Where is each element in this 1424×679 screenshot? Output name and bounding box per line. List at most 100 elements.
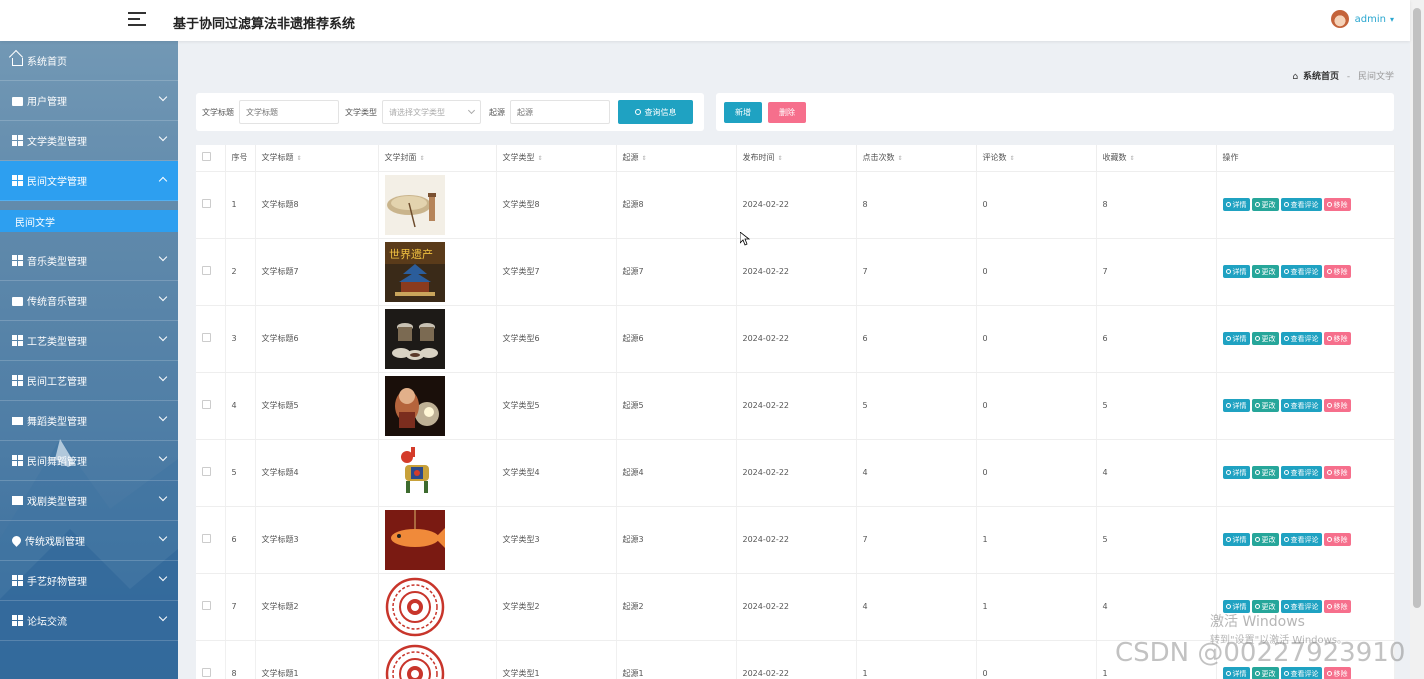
detail-button[interactable]: 详情 <box>1222 265 1250 278</box>
sidebar-item[interactable]: 音乐类型管理 <box>0 241 178 281</box>
sidebar-item[interactable]: 传统音乐管理 <box>0 281 178 321</box>
scrollbar-thumb[interactable] <box>1413 8 1421 608</box>
delete-button[interactable]: 删除 <box>768 101 806 123</box>
chevron-icon <box>158 292 168 302</box>
user-name[interactable]: admin <box>1355 14 1386 25</box>
view-comments-label: 查看评论 <box>1290 602 1319 611</box>
row-checkbox[interactable] <box>196 238 226 306</box>
search-button[interactable]: 查询信息 <box>618 100 693 124</box>
sidebar-item[interactable]: 民间工艺管理 <box>0 361 178 401</box>
detail-button[interactable]: 详情 <box>1222 533 1250 546</box>
sort-icon[interactable]: ⇕ <box>538 155 543 162</box>
cell-cover[interactable] <box>378 640 497 679</box>
cell-cover[interactable] <box>378 506 497 574</box>
view-comments-button[interactable]: 查看评论 <box>1280 533 1322 546</box>
view-comments-button[interactable]: 查看评论 <box>1280 265 1322 278</box>
cell-comments: 0 <box>976 238 1097 306</box>
sidebar-item[interactable]: 戏剧类型管理 <box>0 481 178 521</box>
edit-button[interactable]: 更改 <box>1251 265 1279 278</box>
sidebar-item[interactable]: 民间文学管理 <box>0 161 178 201</box>
row-checkbox[interactable] <box>196 305 226 373</box>
cell-cover[interactable] <box>378 573 497 641</box>
sort-icon[interactable]: ⇕ <box>1130 155 1135 162</box>
col-clicks[interactable]: 点击次数 ⇕ <box>856 145 977 172</box>
sort-icon[interactable]: ⇕ <box>898 155 903 162</box>
remove-button[interactable]: 移除 <box>1323 332 1351 345</box>
detail-button[interactable]: 详情 <box>1222 667 1250 679</box>
type-select[interactable]: 请选择文学类型 <box>382 100 481 124</box>
sidebar-subitem-active[interactable]: 民间文学 <box>0 210 178 232</box>
avatar[interactable] <box>1330 10 1349 28</box>
remove-button[interactable]: 移除 <box>1323 265 1351 278</box>
cell-cover[interactable]: 世界遗产 <box>378 238 497 306</box>
view-comments-button[interactable]: 查看评论 <box>1280 466 1322 479</box>
select-all-checkbox[interactable] <box>196 145 226 172</box>
vertical-scrollbar[interactable] <box>1410 0 1424 679</box>
cell-cover[interactable] <box>378 439 497 507</box>
sidebar-item[interactable]: 工艺类型管理 <box>0 321 178 361</box>
cell-cover[interactable] <box>378 171 497 239</box>
row-checkbox[interactable] <box>196 171 226 239</box>
breadcrumb-home[interactable]: 系统首页 <box>1303 72 1339 82</box>
remove-button[interactable]: 移除 <box>1323 466 1351 479</box>
title-search-input[interactable] <box>239 100 339 124</box>
origin-label: 起源 <box>489 107 505 117</box>
detail-button[interactable]: 详情 <box>1222 466 1250 479</box>
edit-button[interactable]: 更改 <box>1251 667 1279 679</box>
edit-button[interactable]: 更改 <box>1251 533 1279 546</box>
sidebar-item[interactable]: 用户管理 <box>0 81 178 121</box>
col-date[interactable]: 发布时间 ⇕ <box>736 145 857 172</box>
sort-icon[interactable]: ⇕ <box>778 155 783 162</box>
row-checkbox[interactable] <box>196 372 226 440</box>
home-icon[interactable]: ⌂ <box>1292 72 1298 82</box>
sidebar-item[interactable]: 系统首页 <box>0 41 178 81</box>
view-comments-button[interactable]: 查看评论 <box>1280 198 1322 211</box>
row-checkbox[interactable] <box>196 640 226 679</box>
col-comments[interactable]: 评论数 ⇕ <box>976 145 1097 172</box>
col-type[interactable]: 文学类型 ⇕ <box>496 145 617 172</box>
col-origin[interactable]: 起源 ⇕ <box>616 145 737 172</box>
row-checkbox[interactable] <box>196 573 226 641</box>
sort-icon[interactable]: ⇕ <box>1010 155 1015 162</box>
view-comments-button[interactable]: 查看评论 <box>1280 399 1322 412</box>
sidebar-item[interactable]: 手艺好物管理 <box>0 561 178 601</box>
remove-button[interactable]: 移除 <box>1323 533 1351 546</box>
view-comments-button[interactable]: 查看评论 <box>1280 332 1322 345</box>
detail-button[interactable]: 详情 <box>1222 399 1250 412</box>
edit-button[interactable]: 更改 <box>1251 399 1279 412</box>
sort-icon[interactable]: ⇕ <box>642 155 647 162</box>
sort-icon[interactable]: ⇕ <box>297 155 302 162</box>
action-panel: 新增 删除 <box>716 93 1394 131</box>
cell-cover[interactable] <box>378 372 497 440</box>
edit-button[interactable]: 更改 <box>1251 466 1279 479</box>
remove-button[interactable]: 移除 <box>1323 600 1351 613</box>
remove-button[interactable]: 移除 <box>1323 399 1351 412</box>
col-favorites[interactable]: 收藏数 ⇕ <box>1096 145 1217 172</box>
row-checkbox[interactable] <box>196 439 226 507</box>
sidebar-item[interactable]: 文学类型管理 <box>0 121 178 161</box>
cell-cover[interactable] <box>378 305 497 373</box>
edit-button[interactable]: 更改 <box>1251 332 1279 345</box>
sidebar-item[interactable]: 传统戏剧管理 <box>0 521 178 561</box>
menu-toggle-icon[interactable] <box>128 12 146 28</box>
detail-button[interactable]: 详情 <box>1222 198 1250 211</box>
sort-icon[interactable]: ⇕ <box>420 155 425 162</box>
remove-button[interactable]: 移除 <box>1323 198 1351 211</box>
remove-button[interactable]: 移除 <box>1323 667 1351 679</box>
sidebar-item[interactable]: 论坛交流 <box>0 601 178 641</box>
col-title[interactable]: 文学标题 ⇕ <box>255 145 379 172</box>
edit-button[interactable]: 更改 <box>1251 198 1279 211</box>
user-menu[interactable]: admin ▾ <box>1330 10 1394 28</box>
detail-button[interactable]: 详情 <box>1222 332 1250 345</box>
origin-search-input[interactable] <box>510 100 610 124</box>
add-button[interactable]: 新增 <box>724 101 762 123</box>
view-comments-button[interactable]: 查看评论 <box>1280 667 1322 679</box>
table-row: 5 文学标题4 文学类型4 起源4 2024-02-22 4 0 4 详情 更改 查看评论 移除 <box>196 439 1395 507</box>
cell-origin: 起源4 <box>616 439 737 507</box>
caret-down-icon[interactable]: ▾ <box>1390 15 1394 24</box>
cover-image <box>384 643 445 679</box>
row-checkbox[interactable] <box>196 506 226 574</box>
sidebar-item[interactable]: 民间舞蹈管理 <box>0 441 178 481</box>
col-cover[interactable]: 文学封面 ⇕ <box>378 145 497 172</box>
sidebar-item[interactable]: 舞蹈类型管理 <box>0 401 178 441</box>
